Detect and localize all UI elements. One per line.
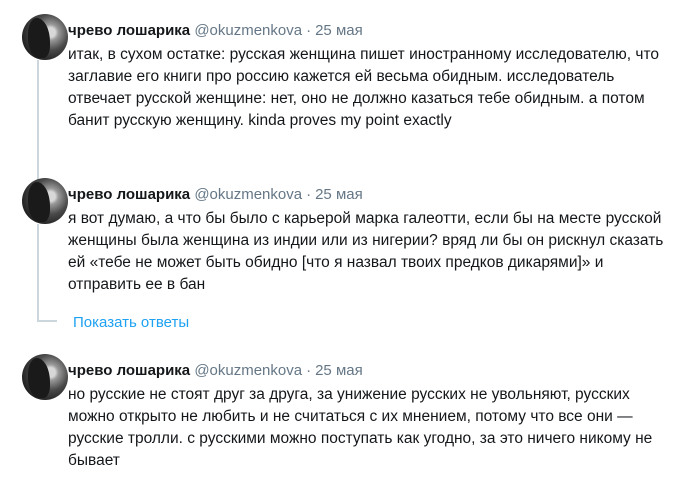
tweet-header: чрево лошарика @okuzmenkova · 25 мая — [68, 21, 363, 41]
thread-line — [37, 224, 39, 320]
avatar[interactable] — [22, 14, 68, 60]
thread-hook — [37, 320, 57, 322]
display-name[interactable]: чрево лошарика — [68, 362, 190, 379]
handle[interactable]: @okuzmenkova — [194, 362, 302, 379]
separator-dot: · — [306, 362, 312, 379]
timestamp[interactable]: 25 мая — [315, 362, 363, 379]
tweet-header: чрево лошарика @okuzmenkova · 25 мая — [68, 361, 363, 381]
avatar[interactable] — [22, 354, 68, 400]
display-name[interactable]: чрево лошарика — [68, 22, 190, 39]
handle[interactable]: @okuzmenkova — [194, 186, 302, 203]
tweet-text: но русские не стоят друг за друга, за ун… — [68, 386, 653, 469]
avatar[interactable] — [22, 178, 68, 224]
separator-dot: · — [306, 22, 312, 39]
timestamp[interactable]: 25 мая — [315, 186, 363, 203]
tweet-header: чрево лошарика @okuzmenkova · 25 мая — [68, 185, 363, 205]
tweet-text: итак, в сухом остатке: русская женщина п… — [68, 46, 660, 129]
thread-line — [37, 60, 39, 180]
timestamp[interactable]: 25 мая — [315, 22, 363, 39]
show-replies-link[interactable]: Показать ответы — [73, 313, 189, 333]
handle[interactable]: @okuzmenkova — [194, 22, 302, 39]
tweet-text: я вот думаю, а что бы было с карьерой ма… — [68, 210, 664, 293]
display-name[interactable]: чрево лошарика — [68, 186, 190, 203]
separator-dot: · — [306, 186, 312, 203]
